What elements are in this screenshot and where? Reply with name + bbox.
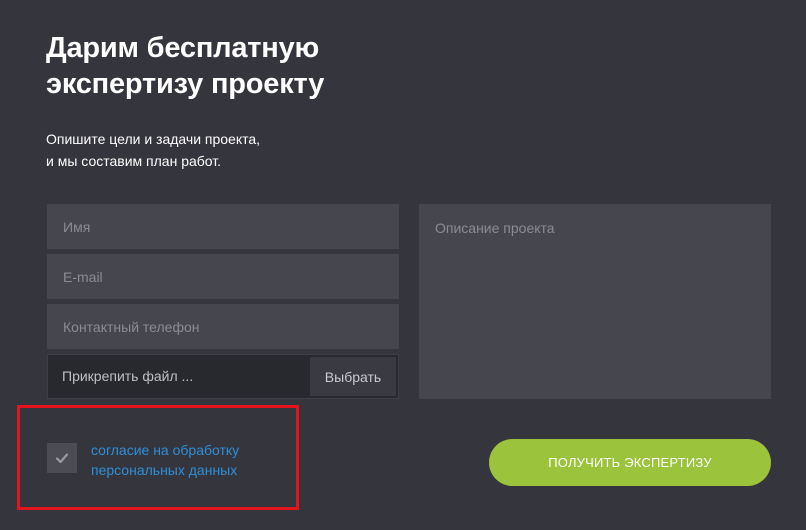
page-title: Дарим бесплатную экспертизу проекту [46, 30, 324, 102]
project-description-textarea[interactable] [419, 204, 771, 399]
subtitle-line-1: Опишите цели и задачи проекта, [46, 131, 261, 147]
phone-input[interactable] [47, 304, 399, 349]
email-input[interactable] [47, 254, 399, 299]
subtitle-line-2: и мы составим план работ. [46, 153, 222, 169]
check-icon [55, 453, 69, 464]
expertise-form-section: Дарим бесплатную экспертизу проекту Опиш… [0, 0, 806, 530]
file-attach-label: Прикрепить файл ... [62, 368, 194, 384]
file-attach-field[interactable]: Прикрепить файл ... Выбрать [47, 354, 399, 399]
consent-line-1: согласие на обработку [91, 442, 240, 458]
consent-checkbox[interactable] [47, 443, 77, 473]
page-subtitle: Опишите цели и задачи проекта, и мы сост… [46, 128, 260, 172]
consent-link[interactable]: согласие на обработку персональных данны… [91, 440, 239, 480]
choose-file-button[interactable]: Выбрать [310, 357, 396, 396]
get-expertise-button[interactable]: ПОЛУЧИТЬ ЭКСПЕРТИЗУ [489, 439, 771, 486]
name-input[interactable] [47, 204, 399, 249]
consent-line-2: персональных данных [91, 462, 238, 478]
title-line-2: экспертизу проекту [46, 68, 325, 100]
title-line-1: Дарим бесплатную [46, 32, 320, 64]
